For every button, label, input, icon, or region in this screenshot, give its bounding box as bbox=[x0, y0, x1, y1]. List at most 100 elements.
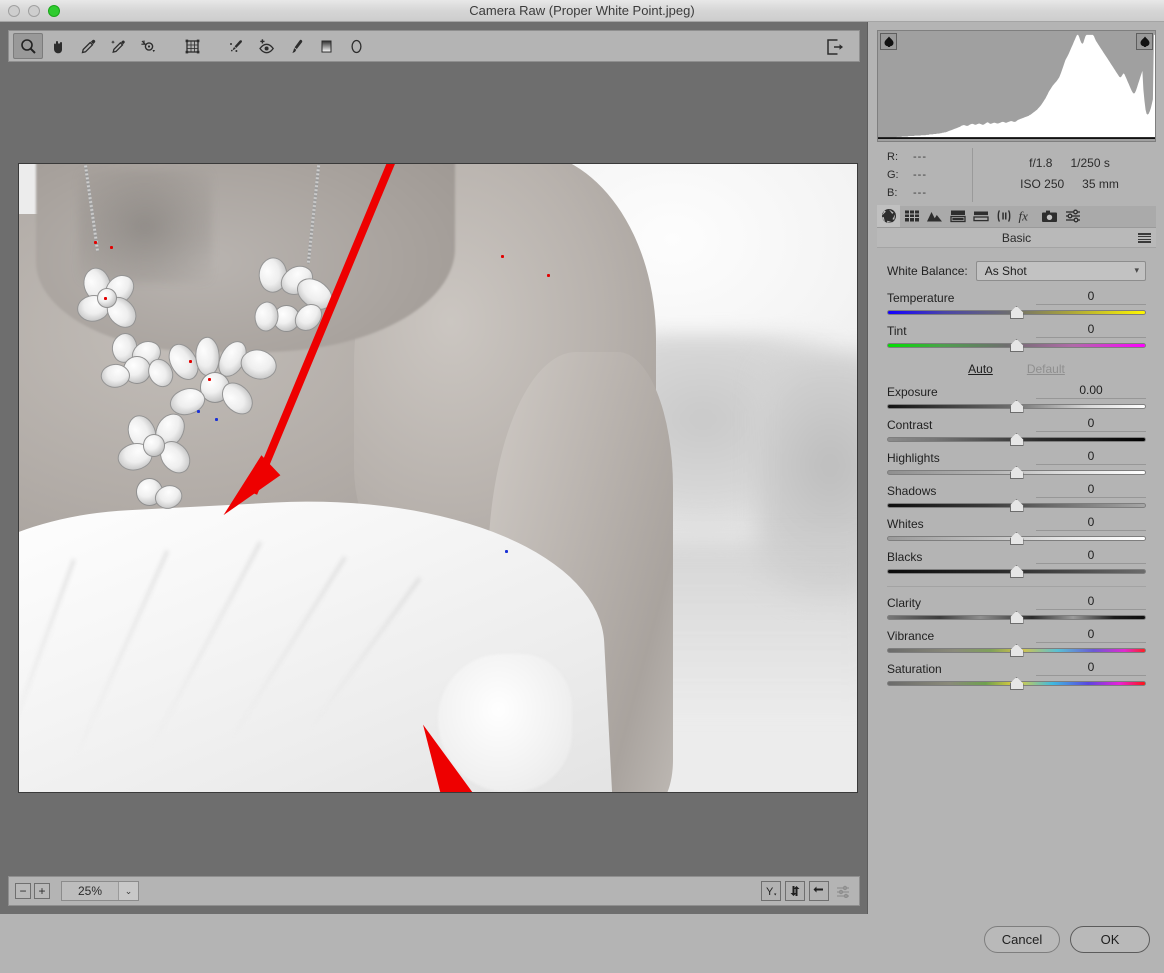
ok-button[interactable]: OK bbox=[1070, 926, 1150, 953]
auto-button[interactable]: Auto bbox=[968, 362, 993, 376]
tab-detail[interactable] bbox=[923, 205, 946, 227]
slider-track[interactable] bbox=[887, 611, 1146, 624]
shadow-clipping-indicator[interactable] bbox=[880, 33, 897, 50]
slider-track[interactable] bbox=[887, 306, 1146, 319]
slider-knob[interactable] bbox=[1009, 611, 1024, 624]
image-preview-canvas[interactable] bbox=[18, 163, 858, 793]
slider-highlights[interactable]: Highlights 0 bbox=[887, 448, 1146, 479]
slider-header: Highlights 0 bbox=[887, 448, 1146, 465]
slider-value[interactable]: 0 bbox=[1036, 594, 1146, 610]
targeted-adjustment-tool[interactable] bbox=[133, 33, 163, 59]
slider-temperature[interactable]: Temperature 0 bbox=[887, 288, 1146, 319]
slider-saturation[interactable]: Saturation 0 bbox=[887, 659, 1146, 690]
svg-text:fx: fx bbox=[1018, 209, 1028, 223]
radial-filter-tool[interactable] bbox=[341, 33, 371, 59]
slider-exposure[interactable]: Exposure 0.00 bbox=[887, 382, 1146, 413]
slider-value[interactable]: 0 bbox=[1036, 627, 1146, 643]
highlight-clipping-indicator[interactable] bbox=[1136, 33, 1153, 50]
slider-knob[interactable] bbox=[1009, 466, 1024, 479]
slider-track[interactable] bbox=[887, 644, 1146, 657]
zoom-level-select[interactable]: 25% ⌄ bbox=[61, 881, 139, 901]
cancel-button[interactable]: Cancel bbox=[984, 926, 1060, 953]
zoom-out-button[interactable]: − bbox=[15, 883, 31, 899]
tab-tone-curve[interactable] bbox=[900, 205, 923, 227]
histogram-plot bbox=[878, 34, 1155, 140]
slider-track[interactable] bbox=[887, 433, 1146, 446]
slider-knob[interactable] bbox=[1009, 339, 1024, 352]
slider-track[interactable] bbox=[887, 400, 1146, 413]
rgb-value-r: --- bbox=[913, 151, 927, 163]
slider-track[interactable] bbox=[887, 565, 1146, 578]
open-preferences-icon[interactable] bbox=[821, 34, 849, 60]
flip-horizontal-button[interactable] bbox=[809, 881, 829, 901]
crop-tool[interactable] bbox=[177, 33, 207, 59]
rgb-row-b: B: --- bbox=[887, 184, 972, 202]
slider-track[interactable] bbox=[887, 499, 1146, 512]
slider-header: Vibrance 0 bbox=[887, 626, 1146, 643]
hand-tool[interactable] bbox=[43, 33, 73, 59]
tab-effects[interactable]: fx bbox=[1015, 205, 1038, 227]
panel-menu-icon[interactable] bbox=[1138, 233, 1151, 243]
slider-vibrance[interactable]: Vibrance 0 bbox=[887, 626, 1146, 657]
flip-vertical-button[interactable] bbox=[785, 881, 805, 901]
title-bar: Camera Raw (Proper White Point.jpeg) bbox=[0, 0, 1164, 22]
slider-label: Temperature bbox=[887, 291, 955, 305]
tab-hsl-grayscale[interactable] bbox=[946, 205, 969, 227]
slider-value[interactable]: 0 bbox=[1036, 322, 1146, 338]
chevron-down-icon: ▾ bbox=[1134, 265, 1139, 275]
slider-knob[interactable] bbox=[1009, 306, 1024, 319]
exif-aperture: f/1.8 bbox=[1029, 155, 1053, 170]
tab-split-toning[interactable] bbox=[969, 205, 992, 227]
slider-value[interactable]: 0 bbox=[1036, 660, 1146, 676]
slider-value[interactable]: 0 bbox=[1036, 515, 1146, 531]
slider-contrast[interactable]: Contrast 0 bbox=[887, 415, 1146, 446]
slider-shadows[interactable]: Shadows 0 bbox=[887, 481, 1146, 512]
slider-track[interactable] bbox=[887, 677, 1146, 690]
exif-focal-length: 35 mm bbox=[1082, 176, 1119, 191]
slider-blacks[interactable]: Blacks 0 bbox=[887, 547, 1146, 578]
slider-value[interactable]: 0 bbox=[1036, 548, 1146, 564]
graduated-filter-tool[interactable] bbox=[311, 33, 341, 59]
default-button[interactable]: Default bbox=[1027, 362, 1065, 376]
slider-label: Clarity bbox=[887, 596, 922, 610]
slider-whites[interactable]: Whites 0 bbox=[887, 514, 1146, 545]
tab-presets[interactable] bbox=[1061, 205, 1084, 227]
zoom-tool[interactable] bbox=[13, 33, 43, 59]
tool-strip bbox=[8, 30, 860, 62]
white-balance-select[interactable]: As Shot ▾ bbox=[975, 261, 1146, 281]
slider-knob[interactable] bbox=[1009, 400, 1024, 413]
panel-tab-strip: fx bbox=[877, 205, 1156, 228]
spot-removal-tool[interactable] bbox=[221, 33, 251, 59]
slider-track[interactable] bbox=[887, 466, 1146, 479]
slider-value[interactable]: 0 bbox=[1036, 449, 1146, 465]
slider-knob[interactable] bbox=[1009, 677, 1024, 690]
filmstrip-settings-button[interactable] bbox=[833, 881, 853, 901]
slider-track[interactable] bbox=[887, 532, 1146, 545]
image-info: R: --- G: --- B: --- f/1.8 1/250 s ISO 2… bbox=[877, 146, 1156, 204]
slider-knob[interactable] bbox=[1009, 644, 1024, 657]
slider-knob[interactable] bbox=[1009, 532, 1024, 545]
white-balance-tool[interactable] bbox=[73, 33, 103, 59]
slider-track[interactable] bbox=[887, 339, 1146, 352]
slider-knob[interactable] bbox=[1009, 433, 1024, 446]
slider-value[interactable]: 0 bbox=[1036, 482, 1146, 498]
tab-camera-calibration[interactable] bbox=[1038, 205, 1061, 227]
color-sampler-tool[interactable] bbox=[103, 33, 133, 59]
zoom-in-button[interactable]: + bbox=[34, 883, 50, 899]
histogram[interactable] bbox=[877, 30, 1156, 142]
rotate-preview-button[interactable]: Y bbox=[761, 881, 781, 901]
slider-value[interactable]: 0 bbox=[1036, 416, 1146, 432]
slider-value[interactable]: 0.00 bbox=[1036, 383, 1146, 399]
shadow-clipping-dot bbox=[196, 410, 200, 414]
adjustment-brush-tool[interactable] bbox=[281, 33, 311, 59]
slider-knob[interactable] bbox=[1009, 565, 1024, 578]
slider-knob[interactable] bbox=[1009, 499, 1024, 512]
tab-lens-corrections[interactable] bbox=[992, 205, 1015, 227]
white-balance-row: White Balance: As Shot ▾ bbox=[887, 260, 1146, 282]
slider-header: Whites 0 bbox=[887, 514, 1146, 531]
slider-value[interactable]: 0 bbox=[1036, 289, 1146, 305]
tab-basic[interactable] bbox=[877, 205, 900, 227]
slider-clarity[interactable]: Clarity 0 bbox=[887, 593, 1146, 624]
red-eye-removal-tool[interactable] bbox=[251, 33, 281, 59]
slider-tint[interactable]: Tint 0 bbox=[887, 321, 1146, 352]
